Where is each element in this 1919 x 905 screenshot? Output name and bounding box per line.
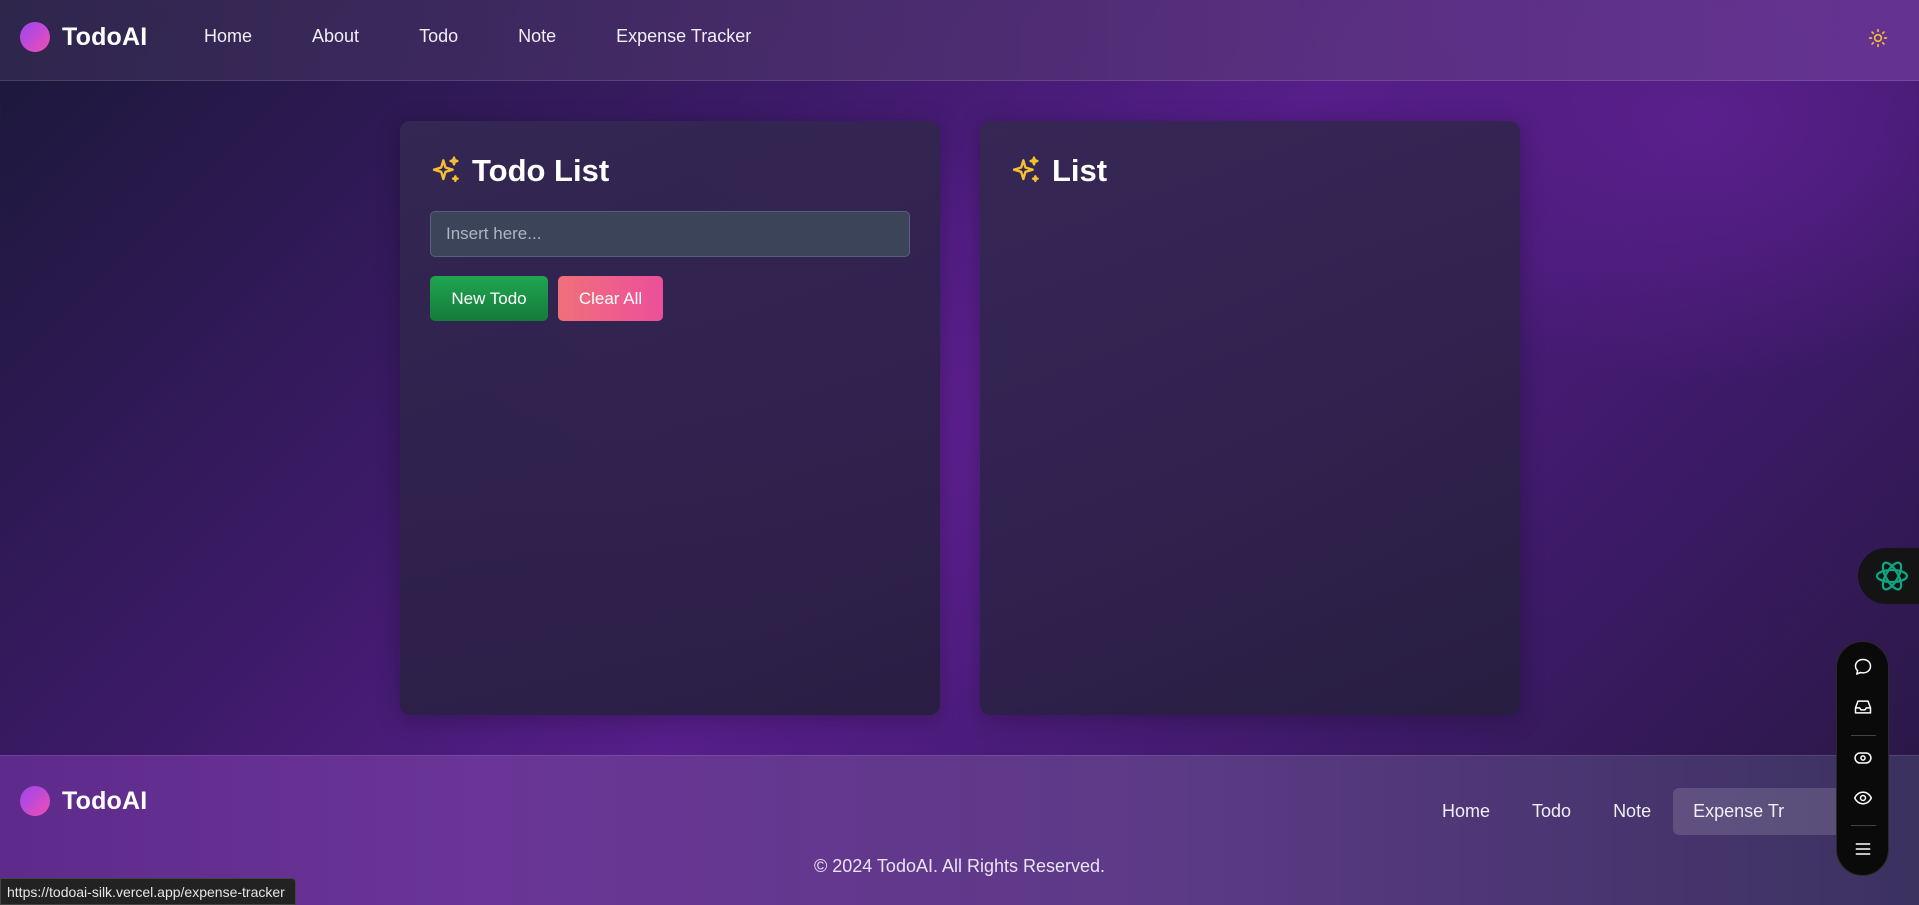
- footer-brand[interactable]: TodoAI: [20, 786, 147, 816]
- menu-icon: [1855, 843, 1871, 855]
- footer-expense-tracker-link[interactable]: Expense Tr: [1673, 788, 1844, 835]
- footer-nav: Home Todo Note Expense Tr: [1422, 788, 1844, 835]
- todo-card-title: Todo List: [472, 153, 610, 188]
- chatgpt-float-button[interactable]: [1858, 548, 1919, 604]
- chat-icon: [1854, 658, 1872, 675]
- header-brand[interactable]: TodoAI: [20, 22, 147, 52]
- eye-icon: [1853, 791, 1873, 805]
- sparkles-icon: [432, 156, 459, 183]
- nav-home-link[interactable]: Home: [204, 26, 252, 47]
- sparkles-icon: [1012, 156, 1039, 183]
- main-nav: Home About Todo Note Expense Tracker: [204, 26, 751, 47]
- brand-name: TodoAI: [62, 22, 148, 51]
- nav-about-link[interactable]: About: [312, 26, 359, 47]
- chat-button[interactable]: [1852, 656, 1874, 678]
- list-card-header: List: [1010, 153, 1107, 189]
- eye-outline-icon: [1854, 752, 1872, 764]
- status-bar-url: https://todoai-silk.vercel.app/expense-t…: [0, 878, 296, 905]
- list-card-title: List: [1052, 153, 1108, 188]
- openai-icon: [1875, 561, 1909, 591]
- theme-toggle-button[interactable]: [1866, 26, 1890, 50]
- sun-icon: [1868, 28, 1888, 48]
- nav-note-link[interactable]: Note: [518, 26, 556, 47]
- list-card: List: [980, 121, 1520, 715]
- menu-button[interactable]: [1852, 838, 1874, 860]
- todo-card: Todo List New Todo Clear All: [400, 121, 940, 715]
- footer-note-link[interactable]: Note: [1593, 788, 1671, 835]
- toolbar-divider: [1851, 825, 1876, 826]
- new-todo-button[interactable]: New Todo: [430, 276, 548, 321]
- brand-logo-icon: [20, 22, 50, 52]
- toolbar-divider: [1851, 735, 1876, 736]
- copyright-text: © 2024 TodoAI. All Rights Reserved.: [813, 856, 1106, 876]
- inbox-button[interactable]: [1852, 696, 1874, 718]
- top-navbar: TodoAI Home About Todo Note Expense Trac…: [0, 0, 1919, 81]
- todo-card-header: Todo List: [430, 153, 609, 189]
- footer-todo-link[interactable]: Todo: [1512, 788, 1591, 835]
- clear-all-button[interactable]: Clear All: [558, 276, 663, 321]
- preview-button[interactable]: [1852, 787, 1874, 809]
- nav-expense-tracker-link[interactable]: Expense Tracker: [616, 26, 751, 47]
- side-toolbar: [1836, 641, 1889, 876]
- todo-input[interactable]: [430, 211, 910, 257]
- view-button[interactable]: [1852, 747, 1874, 769]
- footer-home-link[interactable]: Home: [1422, 788, 1510, 835]
- brand-logo-icon: [20, 786, 50, 816]
- footer-brand-name: TodoAI: [62, 786, 148, 815]
- nav-todo-link[interactable]: Todo: [419, 26, 458, 47]
- inbox-icon: [1854, 700, 1872, 714]
